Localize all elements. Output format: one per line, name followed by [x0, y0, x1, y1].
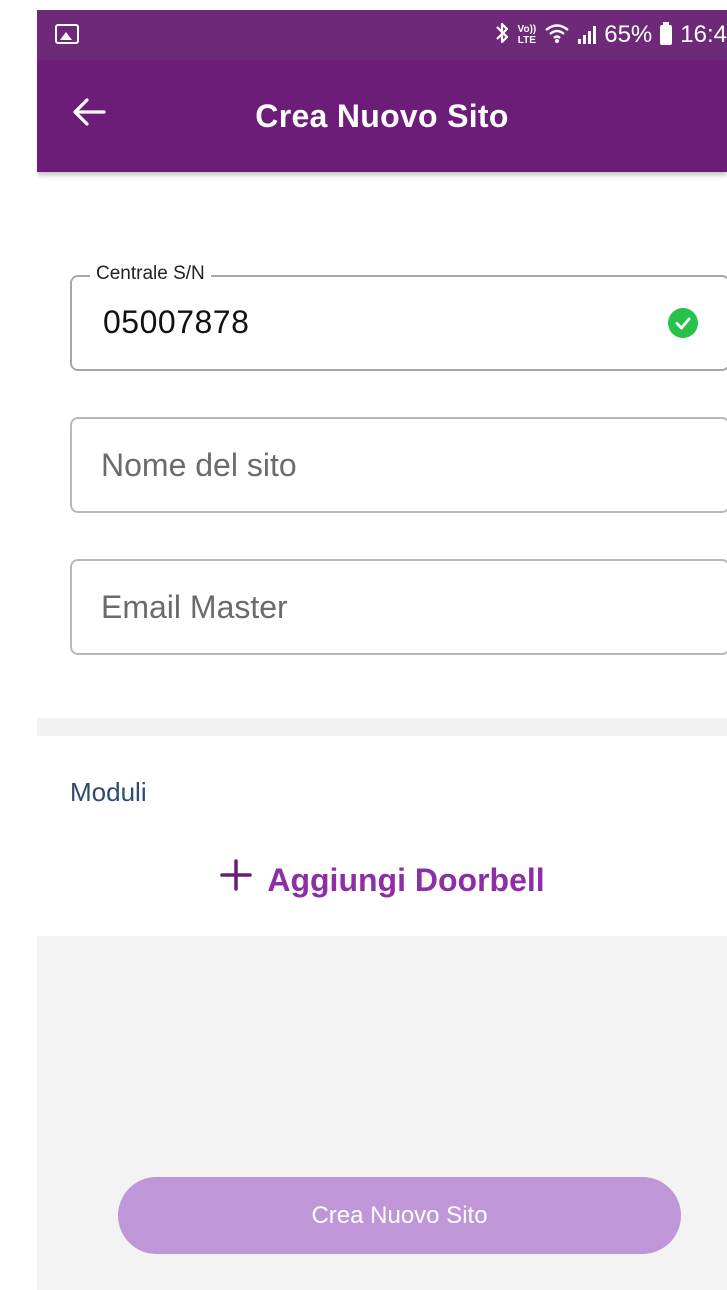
site-name-input[interactable]: [101, 419, 701, 511]
create-site-label: Crea Nuovo Sito: [311, 1201, 488, 1229]
app-bar: Crea Nuovo Sito: [37, 60, 727, 172]
volte-icon: Vo)) LTE: [518, 24, 537, 46]
plus-icon: [219, 856, 253, 900]
add-doorbell-button[interactable]: Aggiungi Doorbell: [37, 850, 727, 910]
page-title: Crea Nuovo Sito: [255, 98, 509, 134]
battery-icon: [660, 22, 673, 45]
check-circle-icon: [668, 308, 698, 338]
wifi-icon: [544, 22, 570, 48]
serial-number-field[interactable]: Centrale S/N 05007878: [70, 263, 727, 371]
serial-number-label: Centrale S/N: [90, 263, 211, 285]
email-master-input[interactable]: [101, 561, 701, 653]
site-name-field[interactable]: [70, 417, 727, 513]
status-time: 16:4: [680, 21, 727, 48]
status-bar: Vo)) LTE 65% 16:4: [37, 10, 727, 60]
email-master-field[interactable]: [70, 559, 727, 655]
serial-number-value[interactable]: 05007878: [103, 304, 249, 341]
modules-heading: Moduli: [70, 777, 147, 807]
gallery-icon: [55, 24, 79, 44]
volte-bottom-label: LTE: [517, 35, 536, 46]
volte-top-label: Vo)): [517, 24, 537, 35]
signal-icon: [578, 26, 597, 44]
bluetooth-icon: [494, 21, 510, 49]
section-divider: [37, 718, 727, 736]
status-bar-right: Vo)) LTE 65% 16:4: [494, 10, 727, 60]
create-site-button[interactable]: Crea Nuovo Sito: [118, 1177, 681, 1254]
battery-percent: 65%: [604, 21, 653, 48]
add-doorbell-label: Aggiungi Doorbell: [267, 861, 545, 898]
bottom-area: Crea Nuovo Sito: [37, 936, 727, 1290]
app-screen: Vo)) LTE 65% 16:4 Crea Nuovo Sito Centra…: [37, 10, 727, 1290]
